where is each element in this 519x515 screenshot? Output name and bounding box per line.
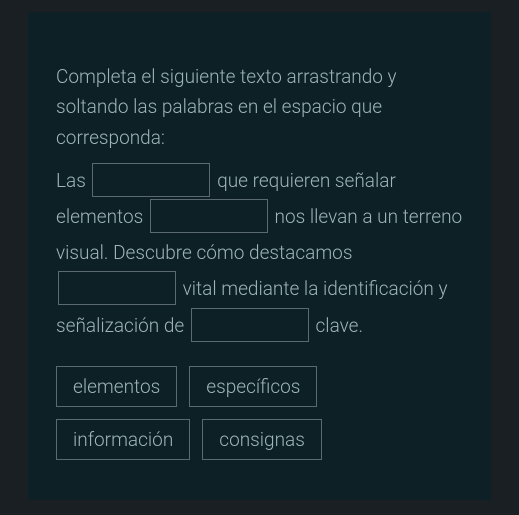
word-chip-elementos[interactable]: elementos — [56, 366, 177, 407]
page-background: Completa el siguiente texto arrastrando … — [0, 12, 519, 515]
drop-zone-1[interactable] — [92, 163, 210, 197]
fill-in-text: Las que requieren señalar elementos nos … — [56, 163, 463, 343]
word-chip-consignas[interactable]: consignas — [202, 419, 322, 460]
drop-zone-3[interactable] — [58, 271, 176, 305]
instructions-text: Completa el siguiente texto arrastrando … — [56, 62, 463, 153]
word-bank: elementos específicos información consig… — [56, 366, 463, 460]
text-segment-5: clave. — [311, 314, 363, 337]
word-chip-especificos[interactable]: específicos — [189, 366, 317, 407]
word-chip-informacion[interactable]: información — [56, 419, 190, 460]
drop-zone-4[interactable] — [191, 308, 309, 342]
exercise-card: Completa el siguiente texto arrastrando … — [28, 12, 491, 500]
text-segment-1: Las — [56, 169, 90, 192]
drop-zone-2[interactable] — [150, 199, 268, 233]
